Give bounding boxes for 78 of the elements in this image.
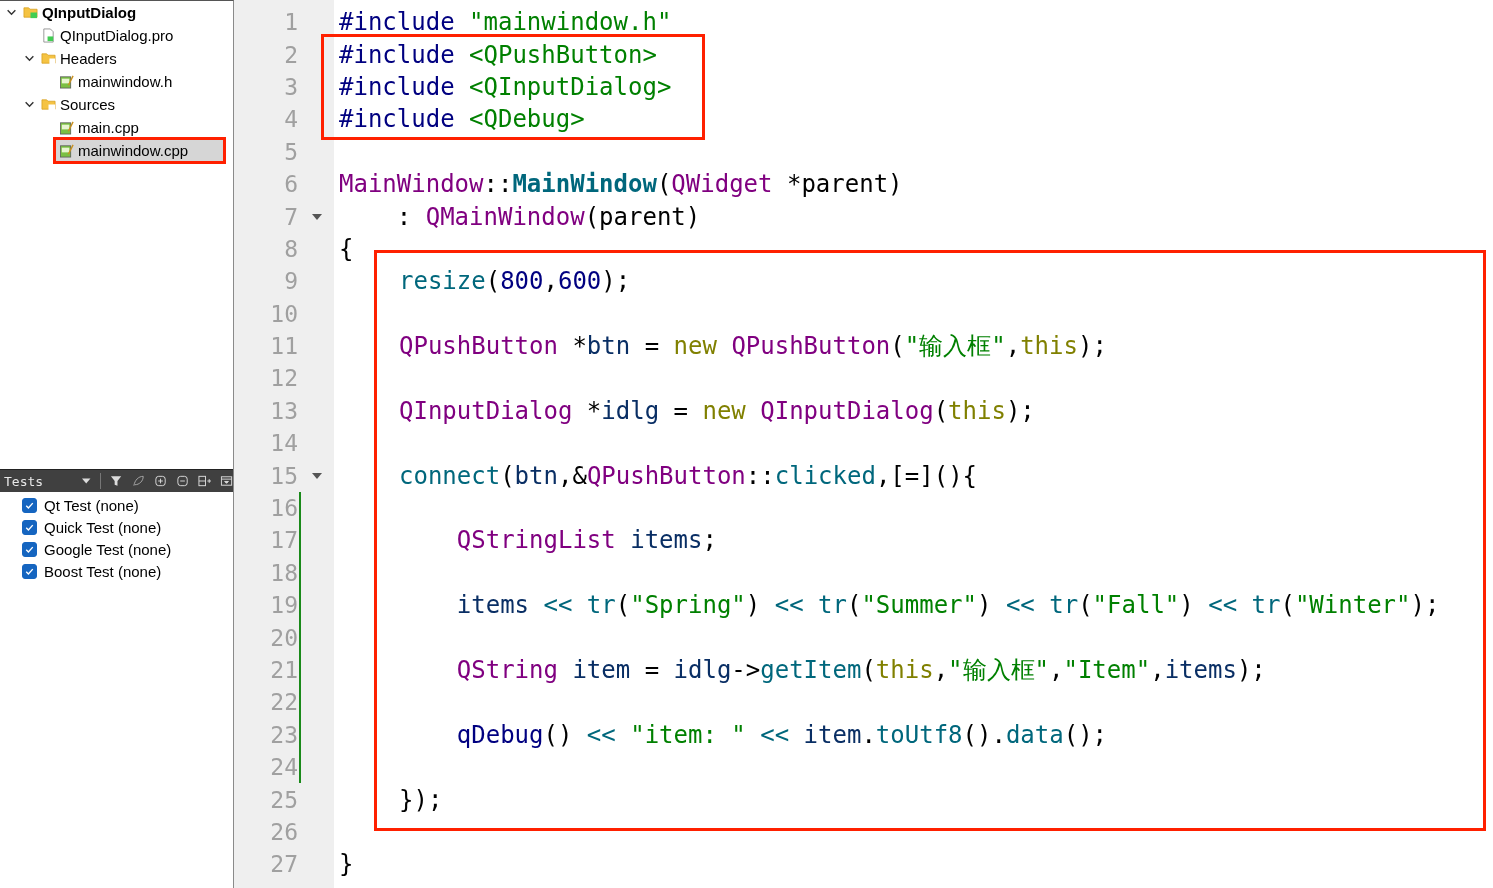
test-label: Boost Test (none): [44, 562, 162, 580]
folder-icon: [23, 5, 38, 20]
code-line: #include "mainwindow.h": [339, 8, 672, 37]
code-line: QString item = idlg->getItem(this,"输入框","Item",items);: [455, 655, 1266, 686]
line-number: 26: [269, 818, 298, 845]
line-number: 22: [269, 689, 298, 716]
code-line: #include <QPushButton>: [339, 40, 657, 69]
line-number: 7: [283, 203, 298, 230]
tree-item[interactable]: QInputDialog: [20, 2, 223, 23]
code-line: qDebug() << "item: " << item.toUtf8().data();: [455, 720, 1108, 749]
leaf-icon[interactable]: [131, 474, 145, 488]
test-label: Qt Test (none): [44, 496, 139, 514]
close-panel-icon[interactable]: [219, 474, 233, 488]
line-number: 10: [269, 300, 298, 327]
line-number: 13: [269, 397, 298, 424]
caret-icon[interactable]: [5, 7, 17, 18]
code-line: });: [399, 785, 443, 814]
code-line: items << tr("Spring") << tr("Summer") << tr("Fall") << tr("Winter");: [455, 591, 1440, 620]
folder-icon: [41, 51, 56, 66]
source-file-icon: [59, 143, 74, 158]
source-file-icon: [59, 74, 74, 89]
caret-icon[interactable]: [23, 99, 35, 110]
line-number: 19: [269, 592, 298, 619]
line-number: 12: [269, 365, 298, 392]
line-number: 23: [269, 721, 298, 748]
line-number: 9: [283, 268, 298, 295]
line-number: 17: [269, 527, 298, 554]
checkbox[interactable]: [22, 497, 37, 513]
code-line: QStringList items;: [455, 526, 717, 555]
expand-all-icon[interactable]: [153, 474, 167, 488]
checkbox[interactable]: [22, 519, 37, 535]
line-number: 27: [269, 851, 298, 878]
line-number: 3: [283, 73, 298, 100]
dropdown-caret-icon[interactable]: [82, 478, 91, 484]
line-number: 24: [269, 754, 298, 781]
line-number: 14: [269, 430, 298, 457]
tree-item[interactable]: mainwindow.cpp: [56, 140, 223, 161]
fold-arrow-icon[interactable]: [312, 213, 322, 220]
line-number: 8: [283, 235, 298, 262]
tree-item[interactable]: Sources: [38, 94, 223, 115]
file-icon: [41, 28, 56, 43]
line-number: 16: [269, 495, 298, 522]
tree-item[interactable]: Headers: [38, 48, 223, 69]
code-line: resize(800,600);: [399, 267, 631, 296]
code-line: QInputDialog *idlg = new QInputDialog(this);: [399, 396, 1035, 425]
code-line: QPushButton *btn = new QPushButton("输入框",this);: [399, 331, 1107, 363]
line-number: 5: [283, 138, 298, 165]
code-line: #include <QDebug>: [339, 105, 585, 134]
tree-item[interactable]: QInputDialog.pro: [38, 25, 223, 46]
code-line: : QMainWindow(parent): [395, 202, 701, 231]
split-add-icon[interactable]: [197, 474, 211, 488]
tree-item[interactable]: mainwindow.h: [56, 71, 223, 92]
source-file-icon: [59, 120, 74, 135]
checkbox[interactable]: [22, 541, 37, 557]
test-label: Quick Test (none): [44, 518, 162, 536]
line-number: 2: [283, 41, 298, 68]
line-number: 15: [269, 462, 298, 489]
line-number: 20: [269, 624, 298, 651]
line-number: 25: [269, 786, 298, 813]
code-line: {: [339, 234, 354, 263]
code-line: }: [339, 850, 354, 879]
line-number: 6: [283, 171, 298, 198]
fold-arrow-icon[interactable]: [312, 472, 322, 479]
code-line: connect(btn,&QPushButton::clicked,[=](){: [399, 461, 978, 490]
test-label: Google Test (none): [44, 540, 172, 558]
line-number: 1: [283, 9, 298, 36]
line-number: 21: [269, 657, 298, 683]
line-number: 4: [283, 106, 298, 133]
caret-icon[interactable]: [23, 53, 35, 64]
tests-title: Tests: [4, 473, 45, 489]
checkbox[interactable]: [22, 563, 37, 579]
code-line: MainWindow::MainWindow(QWidget *parent): [339, 170, 903, 199]
collapse-all-icon[interactable]: [175, 474, 189, 488]
code-line: #include <QInputDialog>: [339, 72, 672, 101]
folder-icon: [41, 97, 56, 112]
line-number: 11: [269, 333, 298, 360]
line-number: 18: [269, 559, 298, 586]
filter-icon[interactable]: [109, 474, 123, 488]
